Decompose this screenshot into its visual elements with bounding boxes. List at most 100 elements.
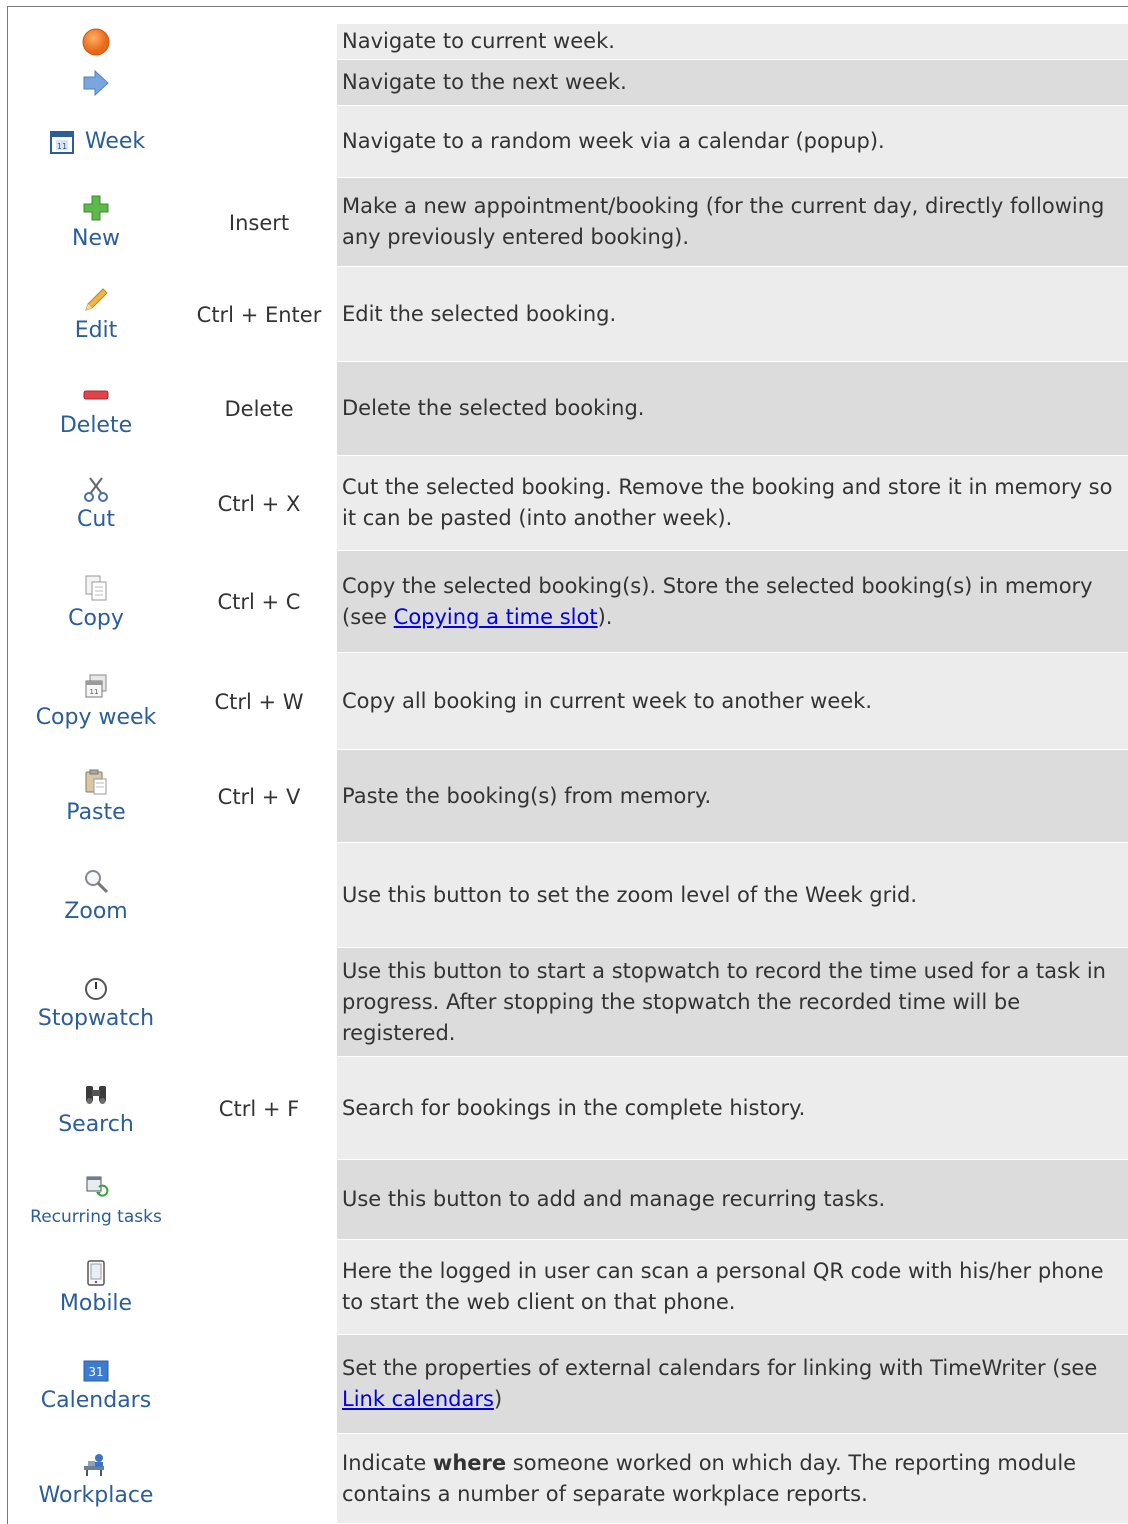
mobile-label: Mobile — [59, 1291, 133, 1316]
table-row: Edit Ctrl + Enter Edit the selected book… — [8, 267, 1128, 362]
workplace-icon — [81, 1450, 111, 1480]
desc-bold-word: where — [432, 1450, 507, 1475]
table-row: Zoom Use this button to set the zoom lev… — [8, 843, 1128, 948]
mobile-button[interactable]: Mobile — [8, 1240, 184, 1335]
paste-icon — [81, 767, 111, 797]
desc-text-before: Set the properties of external calendars… — [342, 1356, 1098, 1380]
workplace-button[interactable]: Workplace — [8, 1434, 184, 1524]
description: Use this button to start a stopwatch to … — [337, 948, 1128, 1057]
shortcut-key — [184, 1240, 334, 1335]
zoom-button[interactable]: Zoom — [8, 843, 184, 948]
description: Cut the selected booking. Remove the boo… — [337, 456, 1128, 551]
zoom-label: Zoom — [64, 899, 128, 924]
table-row: Stopwatch Use this button to start a sto… — [8, 948, 1128, 1057]
new-label: New — [72, 226, 120, 251]
shortcut-key — [184, 1160, 334, 1240]
copy-week-icon: 11 — [81, 672, 111, 702]
table-row: Workplace Indicate where someone worked … — [8, 1434, 1128, 1524]
plus-icon — [81, 193, 111, 223]
svg-text:11: 11 — [57, 142, 67, 151]
table-row: Copy Ctrl + C Copy the selected booking(… — [8, 551, 1128, 653]
shortcut-key — [184, 948, 334, 1057]
shortcut-key: Ctrl + W — [214, 689, 304, 714]
binoculars-icon — [81, 1079, 111, 1109]
search-label: Search — [58, 1112, 134, 1137]
table-row: Cut Ctrl + X Cut the selected booking. R… — [8, 456, 1128, 551]
copy-week-button[interactable]: 11 Copy week — [8, 653, 184, 750]
description: Copy all booking in current week to anot… — [337, 653, 1128, 750]
delete-button[interactable]: Delete — [8, 362, 184, 456]
description: Use this button to add and manage recurr… — [337, 1160, 1128, 1240]
shortcut-key: Ctrl + V — [217, 784, 301, 809]
recurring-tasks-button[interactable]: Recurring tasks — [8, 1160, 184, 1240]
week-button[interactable]: 11 Week — [8, 106, 184, 178]
description: Navigate to a random week via a calendar… — [337, 106, 1128, 178]
shortcut-key — [184, 60, 334, 106]
table-row: Navigate to current week. — [8, 24, 1128, 60]
copy-button[interactable]: Copy — [8, 551, 184, 653]
shortcut-key — [184, 106, 334, 178]
description: Edit the selected booking. — [337, 267, 1128, 362]
svg-text:31: 31 — [88, 1365, 103, 1379]
description: Here the logged in user can scan a perso… — [337, 1240, 1128, 1335]
description: Make a new appointment/booking (for the … — [337, 178, 1128, 267]
shortcut-key: Ctrl + F — [218, 1096, 300, 1121]
link-calendars-link[interactable]: Link calendars — [342, 1387, 494, 1411]
shortcut-key — [184, 24, 334, 60]
stopwatch-label: Stopwatch — [37, 1006, 155, 1031]
table-row: 11 Copy week Ctrl + W Copy all booking i… — [8, 653, 1128, 750]
table-row: Navigate to the next week. — [8, 60, 1128, 106]
new-button[interactable]: New — [8, 178, 184, 267]
calendars-button[interactable]: 31 Calendars — [8, 1335, 184, 1434]
shortcut-key: Ctrl + Enter — [196, 302, 322, 327]
table-row: Paste Ctrl + V Paste the booking(s) from… — [8, 750, 1128, 843]
description: Paste the booking(s) from memory. — [337, 750, 1128, 843]
calendars-icon: 31 — [81, 1355, 111, 1385]
stopwatch-icon — [81, 973, 111, 1003]
shortcut-key — [184, 843, 334, 948]
description: Copy the selected booking(s). Store the … — [337, 551, 1128, 653]
shortcut-key: Insert — [228, 210, 290, 235]
current-week-circle-icon[interactable] — [81, 27, 111, 57]
calendar-icon: 11 — [47, 127, 77, 157]
icon-cell — [8, 24, 184, 60]
description: Use this button to set the zoom level of… — [337, 843, 1128, 948]
search-button[interactable]: Search — [8, 1057, 184, 1160]
table-row: New Insert Make a new appointment/bookin… — [8, 178, 1128, 267]
description: Delete the selected booking. — [337, 362, 1128, 456]
pencil-icon — [81, 285, 111, 315]
paste-button[interactable]: Paste — [8, 750, 184, 843]
svg-text:11: 11 — [90, 688, 99, 696]
shortcut-key: Ctrl + X — [217, 491, 301, 516]
icon-cell — [8, 60, 184, 106]
table-row: Mobile Here the logged in user can scan … — [8, 1240, 1128, 1335]
desc-text-before: Indicate — [342, 1450, 433, 1475]
cut-label: Cut — [77, 507, 115, 532]
scissors-icon — [81, 474, 111, 504]
magnifier-icon — [81, 866, 111, 896]
stopwatch-button[interactable]: Stopwatch — [8, 948, 184, 1057]
shortcut-key: Ctrl + C — [217, 590, 301, 614]
next-week-arrow-icon[interactable] — [81, 68, 111, 98]
minus-icon — [81, 380, 111, 410]
desc-text-after: ) — [493, 1387, 503, 1411]
calendars-label: Calendars — [40, 1388, 152, 1413]
description: Search for bookings in the complete hist… — [337, 1057, 1128, 1160]
copy-week-label: Copy week — [35, 705, 157, 730]
paste-label: Paste — [66, 800, 126, 825]
shortcut-key — [184, 1335, 334, 1434]
shortcut-key — [184, 1434, 334, 1524]
description: Navigate to current week. — [337, 24, 1128, 60]
copy-label: Copy — [68, 605, 124, 631]
week-label: Week — [84, 129, 146, 154]
delete-label: Delete — [59, 412, 133, 438]
description: Set the properties of external calendars… — [337, 1335, 1128, 1434]
table-row: 11 Week Navigate to a random week via a … — [8, 106, 1128, 178]
description: Indicate where someone worked on which d… — [337, 1434, 1128, 1524]
mobile-phone-icon — [81, 1258, 111, 1288]
copying-a-time-slot-link[interactable]: Copying a time slot — [394, 605, 598, 629]
edit-button[interactable]: Edit — [8, 267, 184, 362]
cut-button[interactable]: Cut — [8, 456, 184, 551]
table-row: Recurring tasks Use this button to add a… — [8, 1160, 1128, 1240]
workplace-label: Workplace — [38, 1482, 154, 1508]
